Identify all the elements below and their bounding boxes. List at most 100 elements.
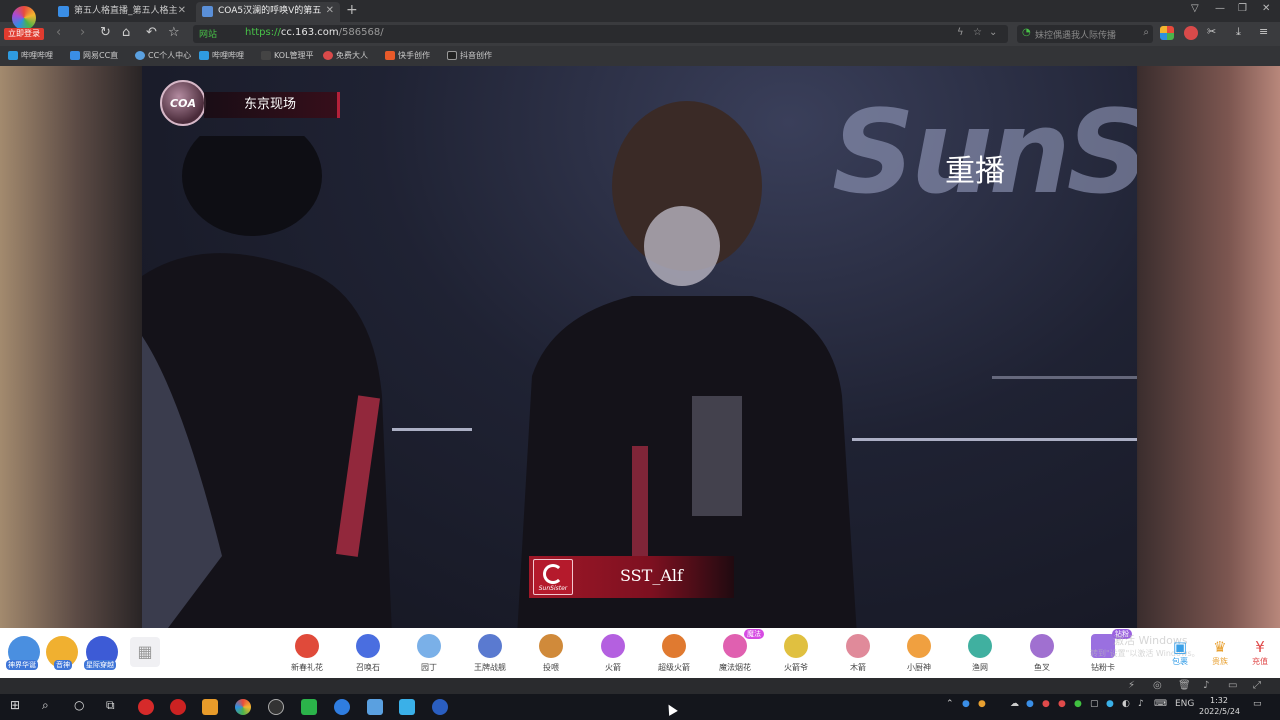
gift-item[interactable]: 召唤石 [343, 634, 393, 676]
favorite-icon[interactable]: ☆ [973, 27, 982, 38]
dropdown-icon[interactable]: ⌄ [989, 27, 997, 38]
clock-date: 2022/5/24 [1199, 707, 1241, 716]
recharge-button[interactable]: ¥ 充值 [1245, 638, 1275, 667]
gift-item[interactable]: 小厨神 [894, 634, 944, 676]
notification-icon[interactable]: ▭ [1253, 699, 1262, 709]
url-text[interactable]: https://cc.163.com/586568/ [245, 27, 384, 38]
bookmark-item[interactable]: 快手创作 [385, 50, 430, 61]
windows-start-icon[interactable]: ⊞ [10, 698, 20, 712]
bookmark-star-icon[interactable]: ☆ [168, 25, 180, 40]
clock-time: 1:32 [1210, 696, 1228, 705]
app-cc-icon[interactable] [432, 699, 448, 715]
gift-icon [356, 634, 380, 658]
trash-icon[interactable]: 🗑 [1178, 680, 1191, 691]
undo-icon[interactable]: ↶ [146, 25, 157, 40]
app-netease-icon[interactable] [138, 699, 154, 715]
stage-light [392, 428, 472, 431]
gift-item[interactable]: 木箭 [833, 634, 883, 676]
app-cloud-icon[interactable] [399, 699, 415, 715]
maximize-icon[interactable]: ❐ [1238, 3, 1247, 14]
bookmarks-bar: 哔哩哔哩 网易CC直 CC个人中心 哔哩哔哩 KOL管理平 免费大人 快手创作 … [0, 46, 1280, 66]
forward-icon[interactable]: › [80, 25, 85, 40]
app-browser-icon[interactable] [235, 699, 251, 715]
more-gifts-grid-icon[interactable]: ▦ [130, 637, 160, 667]
gift-item[interactable]: 渔网 [955, 634, 1005, 676]
window-icon[interactable]: ▭ [1228, 680, 1237, 691]
app-obs-icon[interactable] [268, 699, 284, 715]
lightning-icon[interactable]: ϟ [957, 27, 964, 38]
tray-onedrive-icon[interactable]: ☁ [1010, 699, 1019, 709]
tools-icon[interactable]: ✂ [1207, 25, 1216, 38]
gift-item[interactable]: 超级火箭 [649, 634, 699, 676]
tab-close-icon[interactable]: ✕ [178, 2, 186, 20]
app-red-icon[interactable] [170, 699, 186, 715]
noble-button[interactable]: ♛ 贵族 [1205, 638, 1235, 667]
new-tab-button[interactable]: + [346, 2, 358, 18]
speed-icon[interactable]: ⚡ [1128, 680, 1135, 691]
tab-close-icon[interactable]: ✕ [326, 2, 334, 20]
shirt-icon[interactable]: ▽ [1191, 3, 1199, 14]
tray-app-icon[interactable]: ● [1058, 699, 1066, 709]
gift-item[interactable]: 新春礼花 [282, 634, 332, 676]
keyboard-icon[interactable]: ⌨ [1154, 699, 1167, 709]
gift-item[interactable]: 王牌战舰 [465, 634, 515, 676]
gift-item[interactable]: 魔法烟花 魔法 [710, 629, 764, 676]
tray-app-icon[interactable]: ● [1026, 699, 1034, 709]
tray-app-icon[interactable]: ● [962, 699, 970, 709]
bookmark-item[interactable]: CC个人中心 [135, 50, 191, 61]
tray-app-icon[interactable]: ● [1042, 699, 1050, 709]
zoom-icon[interactable]: ⤢ [1253, 680, 1261, 691]
app-orange-icon[interactable] [202, 699, 218, 715]
apps-icon[interactable] [1160, 26, 1174, 40]
bag-button[interactable]: ▣ 包裹 [1165, 638, 1195, 667]
crown-icon: ♛ [1213, 638, 1227, 656]
app-blue-icon[interactable] [334, 699, 350, 715]
home-icon[interactable]: ⌂ [122, 25, 130, 40]
bookmark-item[interactable]: 网易CC直 [70, 50, 118, 61]
search-input[interactable]: 妹控偶遇我人际传播 [1035, 28, 1135, 41]
minimize-icon[interactable]: — [1215, 3, 1225, 14]
search-box[interactable]: ◔ 妹控偶遇我人际传播 ⌕ [1017, 25, 1153, 43]
quick-gift-label: 音神 [54, 660, 72, 670]
app-wechat-icon[interactable] [301, 699, 317, 715]
gift-item[interactable]: 园丁 [404, 634, 454, 676]
search-icon[interactable]: ⌕ [42, 698, 49, 713]
gift-item[interactable]: 投喂 [526, 634, 576, 676]
close-window-icon[interactable]: ✕ [1262, 3, 1270, 14]
bookmark-item[interactable]: 免费大人 [323, 50, 368, 61]
browser-logo[interactable]: 立即登录 [4, 2, 44, 40]
login-badge[interactable]: 立即登录 [4, 28, 44, 40]
bookmark-item[interactable]: KOL管理平 [261, 50, 314, 61]
tray-expand-icon[interactable]: ⌃ [946, 699, 954, 709]
tab-1[interactable]: 第五人格直播_第五人格主 ✕ [52, 2, 192, 22]
bookmark-item[interactable]: 哔哩哔哩 [199, 50, 244, 61]
gift-item[interactable]: 火箭 [588, 634, 638, 676]
language-indicator[interactable]: ENG [1175, 699, 1194, 709]
bookmark-item[interactable]: 哔哩哔哩 [8, 50, 53, 61]
reload-icon[interactable]: ↻ [100, 25, 111, 40]
task-view-icon[interactable]: ⧉ [106, 698, 115, 713]
tray-app-icon[interactable]: ● [978, 699, 986, 709]
tray-app-icon[interactable]: ● [1074, 699, 1082, 709]
tray-app-icon[interactable]: ● [1106, 699, 1114, 709]
cortana-icon[interactable]: ○ [74, 698, 84, 712]
screenshot-icon[interactable]: ◎ [1153, 680, 1162, 691]
gift-item[interactable]: 鱼叉 [1017, 634, 1067, 676]
tab-2[interactable]: COA5汉澜的呼唤V的第五 ✕ [196, 2, 340, 22]
download-icon[interactable]: ⤓ [1236, 25, 1241, 39]
tab-favicon-icon [58, 6, 69, 17]
search-icon[interactable]: ⌕ [1143, 27, 1149, 38]
tray-app-icon[interactable]: ▢ [1090, 699, 1099, 709]
back-icon[interactable]: ‹ [56, 25, 61, 40]
app-notes-icon[interactable] [367, 699, 383, 715]
volume-icon[interactable]: ♪ [1203, 680, 1209, 691]
volume-tray-icon[interactable]: ♪ [1138, 699, 1144, 709]
bookmark-item[interactable]: 抖音创作 [447, 50, 492, 61]
menu-icon[interactable]: ≡ [1259, 25, 1268, 38]
address-bar[interactable]: 网站 https://cc.163.com/586568/ ϟ ☆ ⌄ [193, 25, 1008, 43]
video-player[interactable]: SunS COA 东京现场 重播 SunSister SST_Alf [142, 66, 1137, 628]
system-clock[interactable]: 1:32 2022/5/24 [1199, 695, 1241, 717]
game-icon[interactable] [1184, 26, 1198, 40]
tray-app-icon[interactable]: ◐ [1122, 699, 1130, 709]
gift-item[interactable]: 火箭爷 [771, 634, 821, 676]
